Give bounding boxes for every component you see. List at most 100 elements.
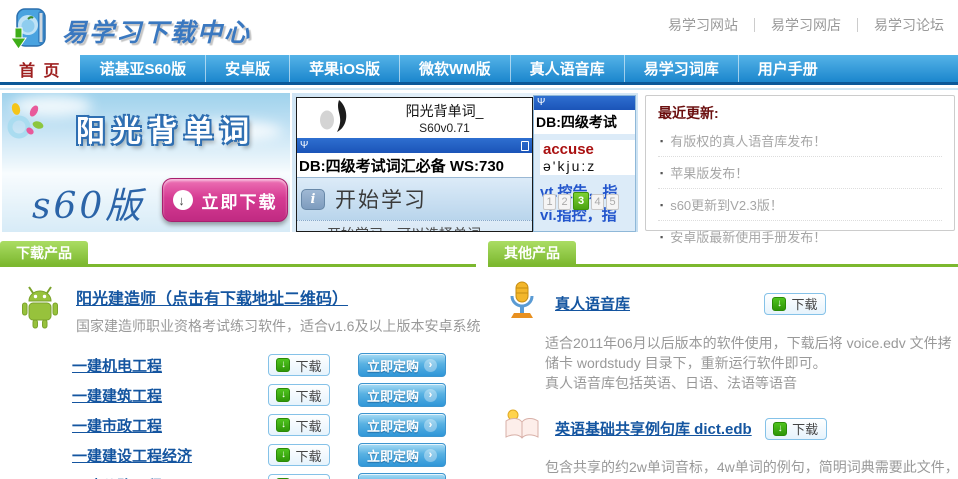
desc-line: 真人语音库包括英语、日语、法语等语音 bbox=[545, 373, 958, 393]
featured-product-info: 阳光建造师（点击有下载地址二维码） 国家建造师职业资格考试练习软件，适合v1.6… bbox=[76, 283, 480, 338]
download-button[interactable]: ↓ 下载 bbox=[764, 293, 826, 315]
screenshot-carousel: 阳光背单词_ S60v0.71 Ψ DB:四级考试词汇必备 WS:730 i 开… bbox=[292, 93, 638, 232]
order-now-button[interactable]: 立即定购 › bbox=[358, 443, 446, 467]
app-version: S60v0.71 bbox=[357, 121, 532, 135]
header-link-forum[interactable]: 易学习论坛 bbox=[874, 15, 944, 35]
sun-logo-icon bbox=[4, 101, 50, 148]
pager-3-active[interactable]: 3 bbox=[573, 192, 589, 210]
order-now-button[interactable]: 立即定购 › bbox=[358, 413, 446, 437]
product-link[interactable]: 一建建设工程经济 bbox=[72, 445, 268, 466]
order-now-button[interactable]: 立即定购 › bbox=[358, 353, 446, 377]
download-button[interactable]: ↓ 下载 bbox=[765, 418, 827, 440]
recent-updates-box: 最近更新: ▪ 有版权的真人语音库发布！ ▪ 苹果版发布！ ▪ s60更新到V2… bbox=[645, 95, 955, 231]
battery-icon bbox=[521, 141, 529, 151]
header-link-divider bbox=[857, 18, 858, 32]
download-arrow-icon: ↓ bbox=[276, 388, 290, 402]
word-phonetic: ə'kju:z bbox=[543, 158, 636, 174]
order-label: 立即定购 bbox=[367, 476, 419, 479]
db-info-line: DB:四级考试词汇必备 WS:730 bbox=[297, 153, 532, 177]
promo-download-button[interactable]: ↓ 立即下载 bbox=[162, 178, 288, 222]
download-button[interactable]: ↓ 下载 bbox=[268, 444, 330, 466]
pager-4[interactable]: 4 bbox=[591, 194, 604, 210]
nav-tab-wm[interactable]: 微软WM版 bbox=[399, 55, 510, 82]
desc-line: 储卡 wordstudy 目录下，重新运行软件即可。 bbox=[545, 353, 958, 373]
menu-item-start-learning: i 开始学习 bbox=[297, 178, 532, 221]
app-screenshot-2: Ψ DB:四级考试 accuse ə'kju:z vt.控告，指 vi.指控，指 bbox=[533, 95, 636, 232]
header-link-divider bbox=[754, 18, 755, 32]
open-book-icon bbox=[502, 406, 542, 451]
other-product: 英语基础共享例句库 dict.edb ↓ 下载 包含共享的约2w单词音标，4w单… bbox=[488, 406, 958, 479]
download-button[interactable]: ↓ 下载 bbox=[268, 474, 330, 479]
other-product-desc: 适合2011年06月以后版本的软件使用，下载后将 voice.edv 文件拷 储… bbox=[545, 333, 958, 393]
order-label: 立即定购 bbox=[367, 356, 419, 375]
update-item: ▪ 有版权的真人语音库发布！ bbox=[658, 125, 942, 157]
app-menu: i 开始学习 开始学习，可以选择单词 bbox=[297, 177, 532, 232]
product-row: 一建市政工程 ↓ 下载 立即定购 › bbox=[0, 410, 476, 440]
order-label: 立即定购 bbox=[367, 416, 419, 435]
order-label: 立即定购 bbox=[367, 386, 419, 405]
pager-5[interactable]: 5 bbox=[606, 194, 619, 210]
site-logo[interactable]: 易学习下载中心 bbox=[8, 4, 251, 57]
microphone-icon bbox=[502, 280, 542, 327]
featured-product: 阳光建造师（点击有下载地址二维码） 国家建造师职业资格考试练习软件，适合v1.6… bbox=[16, 283, 476, 338]
downloads-section-tab: 下载产品 bbox=[0, 241, 88, 265]
other-product: 真人语音库 ↓ 下载 适合2011年06月以后版本的软件使用，下载后将 voic… bbox=[488, 280, 958, 393]
other-product-link[interactable]: 真人语音库 bbox=[555, 293, 751, 314]
nav-tab-manual[interactable]: 用户手册 bbox=[738, 55, 837, 82]
order-now-button[interactable]: 立即定购 › bbox=[358, 473, 446, 479]
other-product-desc: 包含共享的约2w单词音标，4w单词的例句，简明词典需要此文件，下 拷贝到手机存储… bbox=[545, 457, 958, 479]
phone-statusbar-2: Ψ bbox=[534, 96, 635, 110]
download-arrow-icon: ↓ bbox=[773, 422, 787, 436]
nav-tab-voice-library[interactable]: 真人语音库 bbox=[510, 55, 624, 82]
desc-line: 包含共享的约2w单词音标，4w单词的例句，简明词典需要此文件，下 bbox=[545, 457, 958, 477]
download-button[interactable]: ↓ 下载 bbox=[268, 384, 330, 406]
promo-edition-label: s60版 bbox=[32, 177, 144, 229]
nav-tab-ios[interactable]: 苹果iOS版 bbox=[289, 55, 399, 82]
nav-underline bbox=[0, 88, 958, 90]
nav-tab-nokia-s60[interactable]: 诺基亚S60版 bbox=[80, 55, 205, 82]
update-text: 有版权的真人语音库发布！ bbox=[670, 131, 826, 150]
bullet-icon: ▪ bbox=[660, 200, 663, 210]
others-section-tab: 其他产品 bbox=[488, 241, 576, 265]
product-link[interactable]: 一建市政工程 bbox=[72, 415, 268, 436]
downloads-section: 下载产品 阳光建造师（点击有下载地址二维码） 国家 bbox=[0, 243, 476, 479]
screenshot1-titles: 阳光背单词_ S60v0.71 bbox=[357, 101, 532, 135]
phone-statusbar: Ψ bbox=[297, 138, 532, 153]
download-arrow-icon: ↓ bbox=[276, 418, 290, 432]
header-link-store[interactable]: 易学习网店 bbox=[771, 15, 841, 35]
product-link[interactable]: 一建公路工程 bbox=[72, 475, 268, 479]
order-now-button[interactable]: 立即定购 › bbox=[358, 383, 446, 407]
db-info-line-2: DB:四级考试 bbox=[534, 110, 635, 134]
screenshot1-header: 阳光背单词_ S60v0.71 bbox=[297, 98, 532, 138]
download-button[interactable]: ↓ 下载 bbox=[268, 414, 330, 436]
featured-product-link[interactable]: 阳光建造师（点击有下载地址二维码） bbox=[76, 285, 480, 309]
chevron-right-icon: › bbox=[424, 389, 437, 402]
menu-item-title: 开始学习 bbox=[335, 184, 427, 214]
others-section: 其他产品 真人语音库 ↓ 下载 bbox=[488, 243, 958, 479]
carousel-pagination: 1 2 3 4 5 bbox=[543, 192, 619, 210]
chevron-right-icon: › bbox=[424, 449, 437, 462]
nav-tab-android[interactable]: 安卓版 bbox=[205, 55, 289, 82]
menu-item-subtitle: 开始学习，可以选择单词 bbox=[297, 221, 532, 232]
recent-updates-list: ▪ 有版权的真人语音库发布！ ▪ 苹果版发布！ ▪ s60更新到V2.3版！ ▪… bbox=[658, 125, 942, 252]
pager-2[interactable]: 2 bbox=[558, 194, 571, 210]
header-link-website[interactable]: 易学习网站 bbox=[668, 15, 738, 35]
other-product-head: 英语基础共享例句库 dict.edb ↓ 下载 bbox=[488, 406, 958, 451]
desc-line: 适合2011年06月以后版本的软件使用，下载后将 voice.edv 文件拷 bbox=[545, 333, 958, 353]
product-link[interactable]: 一建建筑工程 bbox=[72, 385, 268, 406]
nav-tab-home[interactable]: 首 页 bbox=[0, 55, 80, 82]
other-product-link[interactable]: 英语基础共享例句库 dict.edb bbox=[555, 418, 752, 439]
download-button[interactable]: ↓ 下载 bbox=[268, 354, 330, 376]
backpack-download-icon bbox=[8, 4, 54, 57]
antenna-icon: Ψ bbox=[300, 141, 308, 151]
product-row: 一建公路工程 ↓ 下载 立即定购 › bbox=[0, 470, 476, 479]
product-row: 一建建设工程经济 ↓ 下载 立即定购 › bbox=[0, 440, 476, 470]
pager-1[interactable]: 1 bbox=[543, 194, 556, 210]
download-arrow-icon: ↓ bbox=[772, 297, 786, 311]
nav-tab-word-library[interactable]: 易学习词库 bbox=[624, 55, 738, 82]
product-link[interactable]: 一建机电工程 bbox=[72, 355, 268, 376]
antenna-icon: Ψ bbox=[537, 98, 545, 108]
promo-banner: 阳光背单词 s60版 ↓ 立即下载 bbox=[2, 93, 290, 232]
update-item: ▪ s60更新到V2.3版！ bbox=[658, 189, 942, 221]
info-icon: i bbox=[301, 189, 325, 210]
